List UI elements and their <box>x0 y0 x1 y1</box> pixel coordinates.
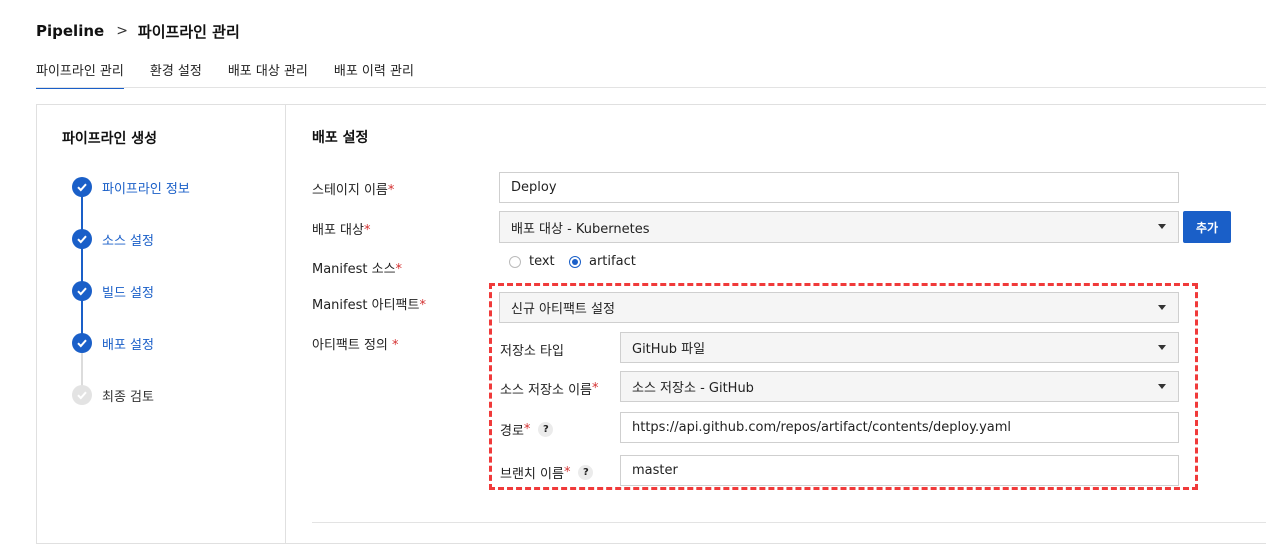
panel-divider <box>285 104 286 544</box>
step-label: 소스 설정 <box>102 233 154 249</box>
chevron-right-icon: > <box>116 23 128 39</box>
check-icon <box>72 281 92 301</box>
form-bottom-divider <box>312 522 1266 523</box>
highlight-box <box>489 283 1198 490</box>
step-source-settings[interactable]: 소스 설정 <box>72 229 154 249</box>
artifact-definition-label: 아티팩트 정의 * <box>312 338 399 353</box>
step-final-review[interactable]: 최종 검토 <box>72 385 154 405</box>
step-label: 배포 설정 <box>102 337 154 353</box>
step-label: 파이프라인 정보 <box>102 181 190 197</box>
stage-name-input[interactable]: Deploy <box>499 172 1179 203</box>
caret-down-icon <box>1158 224 1166 229</box>
step-pipeline-info[interactable]: 파이프라인 정보 <box>72 177 190 197</box>
radio-artifact[interactable]: artifact <box>569 254 636 269</box>
tabs-divider <box>36 87 1266 88</box>
step-label: 최종 검토 <box>102 389 154 405</box>
manifest-artifact-label: Manifest 아티팩트* <box>312 298 426 313</box>
manifest-source-label: Manifest 소스* <box>312 262 403 277</box>
tab-bar: 파이프라인 관리 환경 설정 배포 대상 관리 배포 이력 관리 <box>36 52 440 89</box>
stepper-line-complete <box>81 196 83 340</box>
check-icon <box>72 229 92 249</box>
breadcrumb: Pipeline > 파이프라인 관리 <box>36 20 240 42</box>
step-build-settings[interactable]: 빌드 설정 <box>72 281 154 301</box>
breadcrumb-current: 파이프라인 관리 <box>137 22 240 41</box>
add-button[interactable]: 추가 <box>1183 211 1231 243</box>
tab-deploy-target-management[interactable]: 배포 대상 관리 <box>228 52 308 88</box>
deploy-target-select[interactable]: 배포 대상 - Kubernetes <box>499 211 1179 243</box>
radio-circle <box>569 255 581 268</box>
check-icon <box>72 385 92 405</box>
radio-circle <box>509 255 521 268</box>
step-label: 빌드 설정 <box>102 285 154 301</box>
section-title: 배포 설정 <box>312 130 369 146</box>
tab-pipeline-management[interactable]: 파이프라인 관리 <box>36 52 124 89</box>
breadcrumb-root[interactable]: Pipeline <box>36 22 104 40</box>
stepper-title: 파이프라인 생성 <box>62 131 158 147</box>
stage-name-label: 스테이지 이름* <box>312 183 395 198</box>
check-icon <box>72 177 92 197</box>
check-icon <box>72 333 92 353</box>
deploy-target-label: 배포 대상* <box>312 223 371 238</box>
tab-environment-settings[interactable]: 환경 설정 <box>150 52 202 88</box>
step-deploy-settings[interactable]: 배포 설정 <box>72 333 154 353</box>
tab-deploy-history-management[interactable]: 배포 이력 관리 <box>334 52 414 88</box>
radio-text[interactable]: text <box>509 254 555 269</box>
